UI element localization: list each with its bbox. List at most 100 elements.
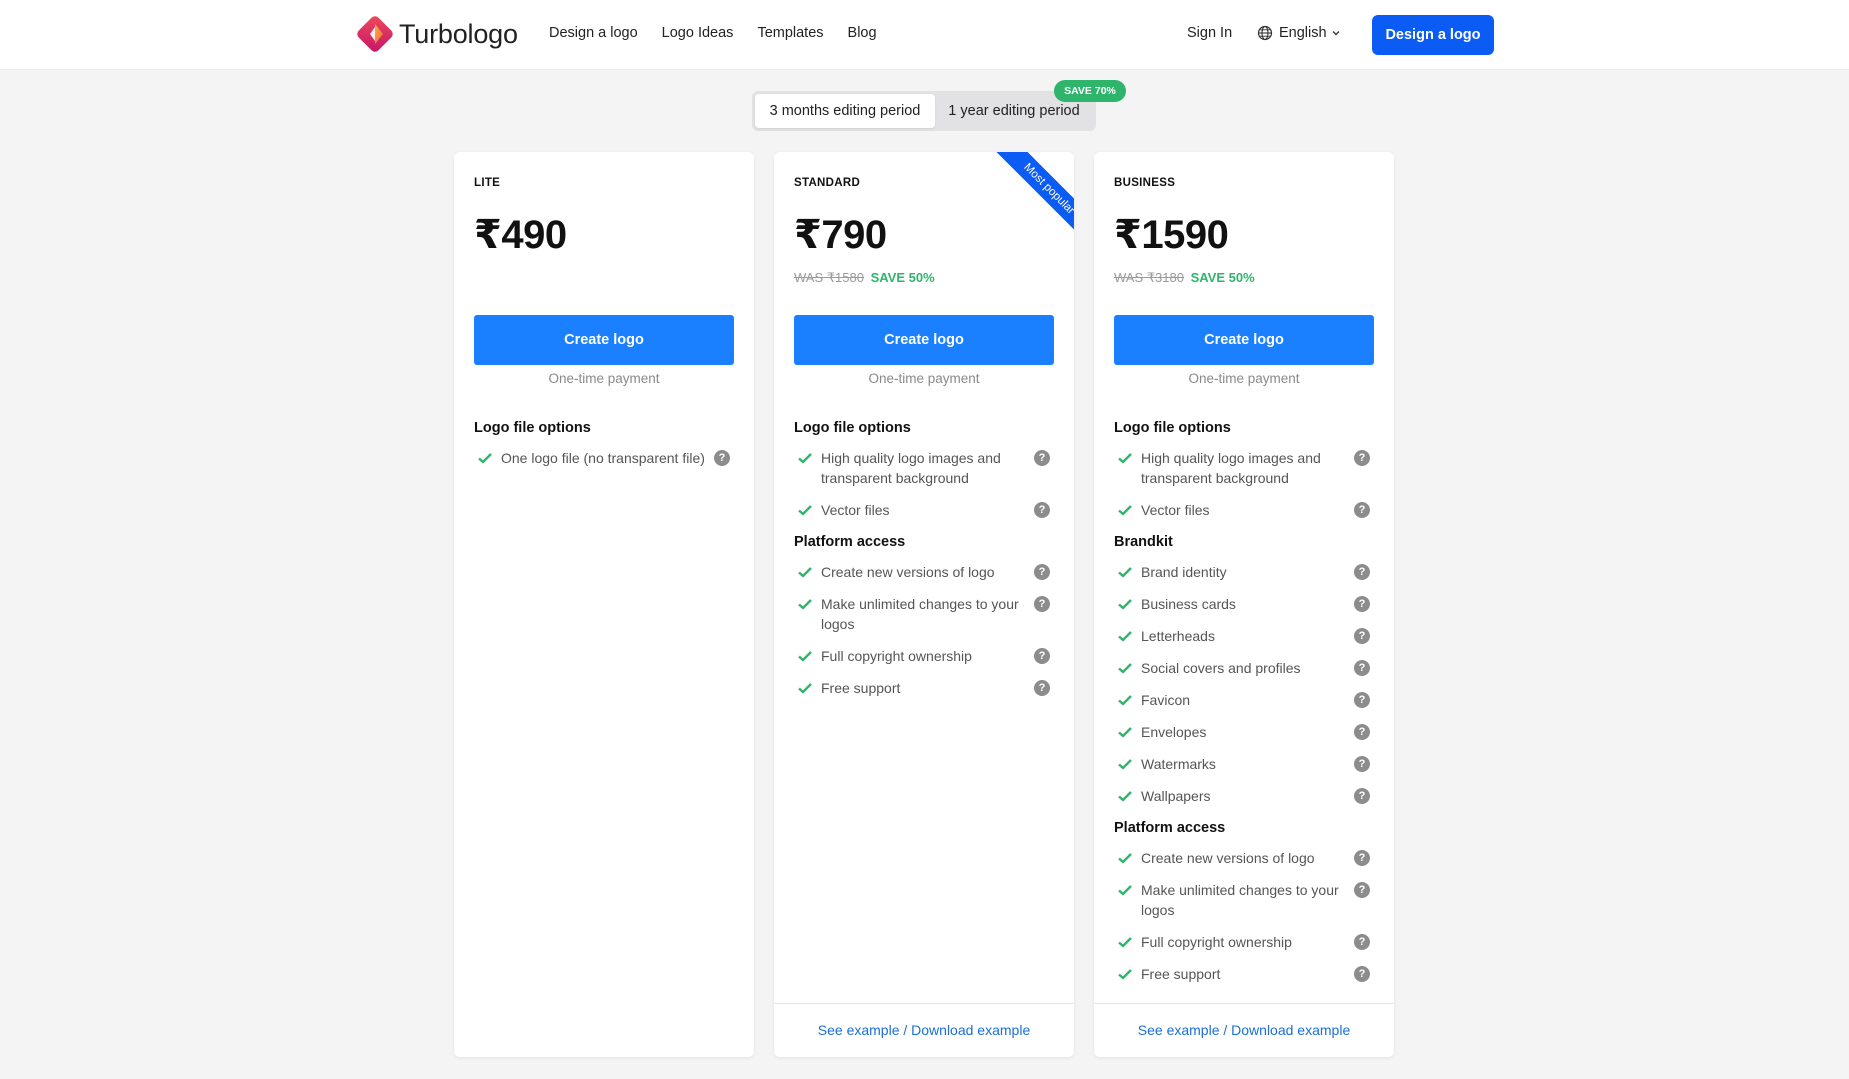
question-circle-icon[interactable]: ? <box>1354 660 1370 676</box>
feature-text: Vector files <box>821 502 890 518</box>
question-circle-icon[interactable]: ? <box>1354 756 1370 772</box>
check-icon <box>798 567 812 578</box>
question-circle-icon[interactable]: ? <box>1354 692 1370 708</box>
question-circle-icon[interactable]: ? <box>1354 882 1370 898</box>
plan-name: BUSINESS <box>1114 177 1176 189</box>
feature-text: One logo file (no transparent file) <box>501 450 705 466</box>
check-icon <box>1118 937 1132 948</box>
nav-templates[interactable]: Templates <box>757 25 823 41</box>
feature-item: Create new versions of logo ? <box>1114 848 1374 868</box>
section-title: Brandkit <box>1114 534 1173 550</box>
chevron-down-icon <box>1332 31 1340 36</box>
plan-price: ₹790 <box>794 213 887 257</box>
download-example-link[interactable]: Download example <box>911 1022 1030 1038</box>
feature-text: Full copyright ownership <box>821 648 972 664</box>
old-price: WAS ₹1580 <box>794 270 864 285</box>
turbologo-mark-icon <box>357 16 393 52</box>
question-circle-icon[interactable]: ? <box>1034 502 1050 518</box>
check-icon <box>798 599 812 610</box>
site-header: Turbologo Design a logo Logo Ideas Templ… <box>0 0 1849 70</box>
question-circle-icon[interactable]: ? <box>1034 648 1050 664</box>
feature-text: Business cards <box>1141 596 1236 612</box>
nav-design-a-logo[interactable]: Design a logo <box>549 25 638 41</box>
feature-item: High quality logo images and transparent… <box>794 448 1054 488</box>
check-icon <box>478 453 492 464</box>
check-icon <box>1118 885 1132 896</box>
feature-list: Logo file options High quality logo imag… <box>1114 418 1374 996</box>
feature-item: Letterheads ? <box>1114 626 1374 646</box>
was-price: WAS ₹1580 SAVE 50% <box>794 270 935 286</box>
check-icon <box>1118 599 1132 610</box>
feature-text: Social covers and profiles <box>1141 660 1301 676</box>
download-example-link[interactable]: Download example <box>1231 1022 1350 1038</box>
create-logo-button[interactable]: Create logo <box>794 315 1054 365</box>
sign-in-link[interactable]: Sign In <box>1187 25 1232 41</box>
brand-logo[interactable]: Turbologo <box>355 14 518 54</box>
feature-text: High quality logo images and transparent… <box>1141 450 1321 486</box>
feature-item: Business cards ? <box>1114 594 1374 614</box>
plan-name: LITE <box>474 177 501 189</box>
brand-name: Turbologo <box>399 18 518 49</box>
payment-note: One-time payment <box>1188 371 1300 386</box>
most-popular-ribbon: Most popular <box>984 152 1074 242</box>
question-circle-icon[interactable]: ? <box>1354 564 1370 580</box>
question-circle-icon[interactable]: ? <box>1034 450 1050 466</box>
link-separator: / <box>1223 1022 1228 1038</box>
feature-text: Full copyright ownership <box>1141 934 1292 950</box>
feature-item: Vector files ? <box>794 500 1054 520</box>
feature-text: Brand identity <box>1141 564 1227 580</box>
feature-item: Make unlimited changes to your logos ? <box>1114 880 1374 920</box>
plan-name: STANDARD <box>794 177 861 189</box>
save-percent: SAVE 50% <box>870 270 935 285</box>
feature-text: Free support <box>821 680 901 696</box>
feature-text: Make unlimited changes to your logos <box>821 596 1019 632</box>
question-circle-icon[interactable]: ? <box>1354 596 1370 612</box>
language-selector[interactable]: English <box>1257 25 1347 41</box>
see-example-link[interactable]: See example <box>818 1022 900 1038</box>
check-icon <box>798 651 812 662</box>
feature-item: Create new versions of logo ? <box>794 562 1054 582</box>
section-title: Platform access <box>1114 820 1226 836</box>
main-nav: Design a logo Logo Ideas Templates Blog <box>549 25 901 41</box>
payment-note: One-time payment <box>868 371 980 386</box>
feature-text: Watermarks <box>1141 756 1216 772</box>
question-circle-icon[interactable]: ? <box>1354 502 1370 518</box>
plan-card-standard: Most popular STANDARD ₹790 WAS ₹1580 SAV… <box>774 152 1074 1057</box>
check-icon <box>1118 969 1132 980</box>
question-circle-icon[interactable]: ? <box>1034 564 1050 580</box>
question-circle-icon[interactable]: ? <box>1354 934 1370 950</box>
feature-text: Letterheads <box>1141 628 1215 644</box>
section-title: Logo file options <box>794 420 911 436</box>
check-icon <box>1118 727 1132 738</box>
question-circle-icon[interactable]: ? <box>1354 450 1370 466</box>
feature-item: Watermarks ? <box>1114 754 1374 774</box>
question-circle-icon[interactable]: ? <box>1034 680 1050 696</box>
feature-item: Social covers and profiles ? <box>1114 658 1374 678</box>
question-circle-icon[interactable]: ? <box>1354 628 1370 644</box>
create-logo-button[interactable]: Create logo <box>1114 315 1374 365</box>
create-logo-button[interactable]: Create logo <box>474 315 734 365</box>
feature-list: Logo file options One logo file (no tran… <box>474 418 734 480</box>
check-icon <box>1118 791 1132 802</box>
feature-text: Favicon <box>1141 692 1191 708</box>
feature-text: Create new versions of logo <box>1141 850 1315 866</box>
question-circle-icon[interactable]: ? <box>1034 596 1050 612</box>
period-3-months[interactable]: 3 months editing period <box>755 94 935 128</box>
nav-logo-ideas[interactable]: Logo Ideas <box>662 25 734 41</box>
feature-item: Free support ? <box>794 678 1054 698</box>
question-circle-icon[interactable]: ? <box>1354 850 1370 866</box>
example-links: See example / Download example <box>774 1003 1074 1057</box>
design-a-logo-button[interactable]: Design a logo <box>1372 15 1494 55</box>
question-circle-icon[interactable]: ? <box>1354 724 1370 740</box>
see-example-link[interactable]: See example <box>1138 1022 1220 1038</box>
question-circle-icon[interactable]: ? <box>1354 788 1370 804</box>
question-circle-icon[interactable]: ? <box>714 450 730 466</box>
plan-card-business: BUSINESS ₹1590 WAS ₹3180 SAVE 50% Create… <box>1094 152 1394 1057</box>
nav-blog[interactable]: Blog <box>848 25 877 41</box>
editing-period-toggle: 3 months editing period 1 year editing p… <box>752 91 1096 131</box>
was-price: WAS ₹3180 SAVE 50% <box>1114 270 1255 286</box>
plan-price: ₹1590 <box>1114 213 1229 257</box>
globe-icon <box>1257 25 1273 41</box>
question-circle-icon[interactable]: ? <box>1354 966 1370 982</box>
feature-list: Logo file options High quality logo imag… <box>794 418 1054 710</box>
